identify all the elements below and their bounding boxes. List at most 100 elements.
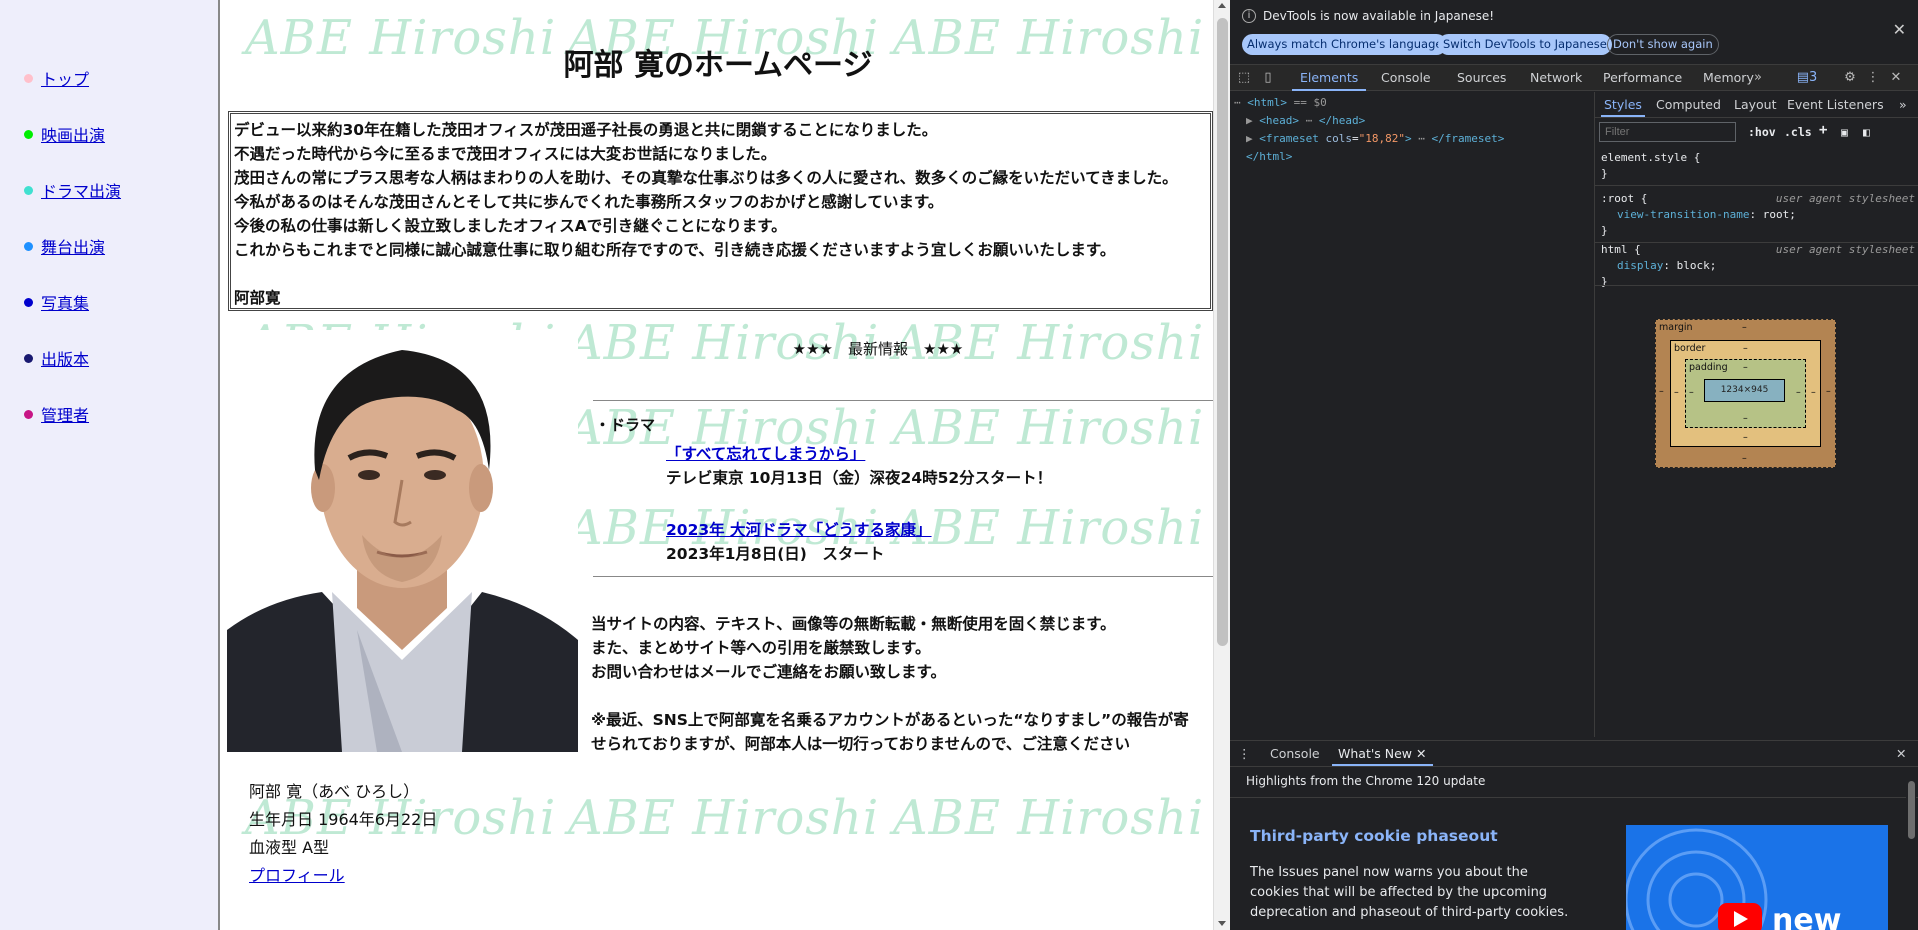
devtools-tabbar: ⬚ ▯ Elements Console Sources Network Per… — [1230, 64, 1918, 91]
tab-styles[interactable]: Styles — [1601, 92, 1645, 117]
devtools-drawer: ⋮ Console What's New ✕ ✕ Highlights from… — [1230, 740, 1918, 930]
drawer-scroll-thumb[interactable] — [1908, 781, 1915, 839]
news-link-ieyasu[interactable]: 2023年 大河ドラマ「どうする家康」 — [666, 518, 932, 540]
nav-link[interactable]: 映画出演 — [41, 122, 105, 146]
nav-list: トップ映画出演ドラマ出演舞台出演写真集出版本管理者 — [0, 0, 218, 442]
hover-state-button[interactable]: :hov — [1748, 125, 1776, 139]
whats-new-title[interactable]: Third-party cookie phaseout — [1250, 827, 1498, 845]
issues-icon[interactable]: ▤3 — [1795, 70, 1819, 86]
more-options-icon[interactable]: ⋮ — [1865, 70, 1881, 86]
bullet-dot-icon — [24, 73, 33, 83]
drawer-tab-console[interactable]: Console — [1270, 741, 1320, 766]
scroll-thumb[interactable] — [1217, 18, 1228, 646]
legal-line: せられておりますが、阿部本人は一切行っておりませんので、ご注意ください — [591, 735, 1130, 753]
styles-filter-input[interactable] — [1599, 122, 1736, 142]
nav-item[interactable]: 出版本 — [0, 330, 218, 386]
announcement-box: デビュー以来約30年在籍した茂田オフィスが茂田遥子社長の勇退と共に閉鎖することに… — [228, 111, 1213, 311]
drawer-scrollbar[interactable] — [1906, 773, 1916, 928]
profile-name: 阿部 寛（あべ ひろし） — [249, 782, 420, 801]
box-model-padding[interactable]: padding – – – – 1234×945 — [1685, 359, 1806, 428]
close-drawer-icon[interactable]: ✕ — [1896, 741, 1906, 766]
legal-line: ※最近、SNS上で阿部寛を名乗るアカウントがあるといった“なりすまし”の報告が寄 — [591, 711, 1189, 729]
tab-performance[interactable]: Performance — [1603, 65, 1682, 91]
nav-item[interactable]: ドラマ出演 — [0, 162, 218, 218]
browser-viewport: トップ 映画出演 ドラマ出演 舞台出演 写真集 出版本 管理者 ABE Hiroshi ABE… — [0, 0, 1918, 930]
settings-gear-icon[interactable]: ⚙ — [1842, 70, 1858, 86]
class-toggle-button[interactable]: .cls — [1784, 125, 1812, 139]
toggle-sidebar-icon[interactable]: ◧ — [1863, 125, 1870, 139]
nav-item[interactable]: 写真集 — [0, 274, 218, 330]
news-category: ・ドラマ — [595, 416, 656, 434]
tab-elements[interactable]: Elements — [1292, 65, 1367, 91]
box-model-margin[interactable]: margin – – – – border – – – – padding – … — [1655, 319, 1836, 468]
nav-link[interactable]: 舞台出演 — [41, 234, 105, 258]
paint-bucket-icon[interactable]: ▣ — [1841, 125, 1848, 139]
nav-item[interactable]: 舞台出演 — [0, 218, 218, 274]
drawer-menu-icon[interactable]: ⋮ — [1238, 741, 1251, 766]
divider — [593, 576, 1213, 577]
announcement-line: これからもこれまでと同様に誠心誠意仕事に取り組む所存ですので、引き続き応援くださ… — [234, 241, 1116, 259]
tab-sources[interactable]: Sources — [1457, 65, 1506, 91]
tab-memory[interactable]: Memory — [1703, 65, 1754, 91]
nav-item[interactable]: 映画出演 — [0, 106, 218, 162]
close-devtools-icon[interactable]: ✕ — [1888, 70, 1904, 86]
divider — [593, 400, 1213, 401]
legal-line — [591, 684, 1211, 708]
watermark-text: ABE Hiroshi — [893, 500, 1205, 556]
nav-item[interactable]: 管理者 — [0, 386, 218, 442]
profile-summary: 阿部 寛（あべ ひろし） 生年月日 1964年6月22日 血液型 A型 プロフィ… — [249, 778, 437, 890]
always-match-language-button[interactable]: Always match Chrome's language — [1242, 34, 1448, 55]
news-link-subete[interactable]: 「すべて忘れてしまうから」 — [666, 442, 865, 464]
box-model-border[interactable]: border – – – – padding – – – – 1234×945 — [1670, 340, 1821, 447]
news-heading: ★★★ 最新情報 ★★★ — [792, 340, 964, 358]
tab-event-listeners[interactable]: Event Listeners — [1787, 92, 1884, 117]
nav-link[interactable]: ドラマ出演 — [41, 178, 121, 202]
issues-count: 3 — [1809, 70, 1818, 85]
tab-console[interactable]: Console — [1381, 65, 1431, 91]
nav-link[interactable]: 出版本 — [41, 346, 89, 370]
bullet-dot-icon — [24, 297, 33, 307]
dom-node-frameset[interactable]: ▶ <frameset cols="18,82"> ⋯ </frameset> — [1246, 132, 1504, 145]
profile-blood-type: 血液型 A型 — [249, 838, 330, 857]
nav-link[interactable]: 写真集 — [41, 290, 89, 314]
scroll-down-arrow-icon[interactable] — [1218, 921, 1226, 926]
device-toolbar-icon[interactable]: ▯ — [1260, 70, 1276, 86]
dom-node-html-close: </html> — [1246, 150, 1293, 163]
dom-node-html[interactable]: ⋯ <html> == $0 — [1234, 96, 1327, 109]
dom-tree: ⋯ <html> == $0 ▶ <head> ⋯ </head> ▶ <fra… — [1230, 92, 1594, 827]
announcement-line: デビュー以来約30年在籍した茂田オフィスが茂田遥子社長の勇退と共に閉鎖することに… — [234, 121, 938, 139]
nav-item[interactable]: トップ — [0, 50, 218, 106]
tab-layout[interactable]: Layout — [1734, 92, 1777, 117]
close-tab-icon[interactable]: ✕ — [1416, 746, 1426, 761]
legal-notice: 当サイトの内容、テキスト、画像等の無断転載・無断使用を固く禁じます。 また、まとめ… — [591, 612, 1211, 756]
bullet-dot-icon — [24, 185, 33, 195]
info-icon: i — [1242, 9, 1256, 23]
nav-link[interactable]: トップ — [41, 66, 89, 90]
bullet-dot-icon — [24, 129, 33, 139]
close-icon[interactable]: ✕ — [1893, 20, 1906, 39]
whats-new-video-thumbnail[interactable]: new — [1626, 825, 1888, 930]
switch-to-japanese-button[interactable]: Switch DevTools to Japanese — [1438, 34, 1612, 55]
inspect-element-icon[interactable]: ⬚ — [1236, 70, 1252, 86]
bullet-dot-icon — [24, 241, 33, 251]
tab-network[interactable]: Network — [1530, 65, 1582, 91]
rule-html: html { user agent stylesheet display: bl… — [1601, 243, 1915, 288]
announcement-line: 茂田さんの常にプラス思考な人柄はまわりの人を助け、その真摯な仕事ぶりは多くの人に… — [234, 169, 1178, 187]
infobar-message: DevTools is now available in Japanese! — [1263, 9, 1495, 23]
rule-root: :root { user agent stylesheet view-trans… — [1601, 192, 1915, 237]
box-model-content[interactable]: 1234×945 — [1704, 379, 1785, 402]
drawer-tab-whats-new[interactable]: What's New ✕ — [1332, 741, 1433, 766]
more-panes-icon[interactable]: » — [1899, 92, 1907, 117]
nav-frame: トップ映画出演ドラマ出演舞台出演写真集出版本管理者 — [0, 0, 220, 930]
scroll-up-arrow-icon[interactable] — [1218, 3, 1226, 8]
announcement-line: 今私があるのはそんな茂田さんとそして共に歩んでくれた事務所スタッフのおかげと感謝… — [234, 193, 944, 211]
nav-link[interactable]: 管理者 — [41, 402, 89, 426]
dom-node-head[interactable]: ▶ <head> ⋯ </head> — [1246, 114, 1365, 127]
dont-show-again-button[interactable]: Don't show again — [1607, 34, 1719, 55]
tab-computed[interactable]: Computed — [1656, 92, 1721, 117]
more-tabs-icon[interactable]: » — [1750, 70, 1766, 86]
page-scrollbar[interactable] — [1213, 0, 1230, 930]
add-rule-icon[interactable]: + — [1819, 122, 1827, 138]
news-desc-subete: テレビ東京 10月13日（金）深夜24時52分スタート！ — [666, 469, 1053, 487]
profile-link[interactable]: プロフィール — [249, 866, 345, 885]
